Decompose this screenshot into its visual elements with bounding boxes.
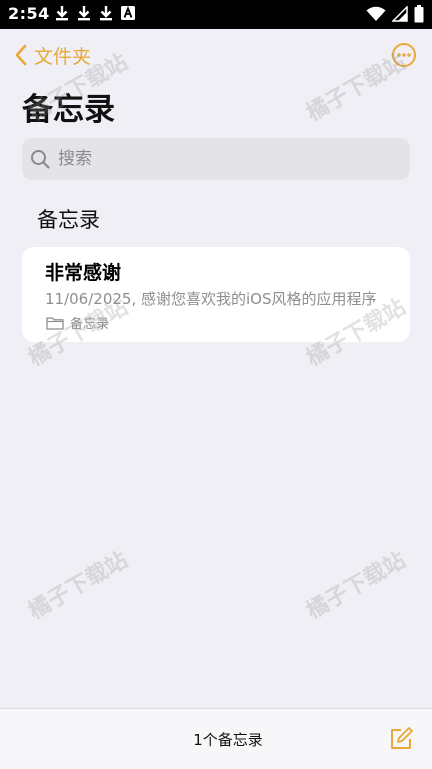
watermark: 橘子下载站	[302, 547, 411, 625]
note-count: 1个备忘录	[193, 731, 263, 749]
status-time: 2:54	[8, 4, 50, 23]
notification-icons	[55, 5, 135, 21]
note-list-item[interactable]: 非常感谢 11/06/2025, 感谢您喜欢我的iOS风格的应用程序 备忘录	[22, 247, 410, 342]
watermark: 橘子下载站	[24, 547, 133, 625]
bottom-toolbar: 1个备忘录	[0, 708, 432, 769]
system-icons	[366, 5, 424, 23]
back-button-label: 文件夹	[34, 45, 92, 68]
search-icon	[31, 150, 50, 169]
folder-icon	[46, 316, 64, 330]
download-icon	[100, 6, 112, 21]
more-ellipsis-circle-icon	[392, 43, 416, 67]
back-button[interactable]: 文件夹	[14, 41, 91, 69]
search-bar[interactable]	[22, 138, 410, 180]
note-folder-label: 备忘录	[70, 317, 110, 332]
note-folder: 备忘录	[46, 313, 109, 332]
download-icon	[78, 6, 90, 21]
wifi-icon	[366, 6, 386, 21]
status-bar: 2:54	[0, 0, 432, 29]
search-input[interactable]	[58, 144, 378, 174]
chevron-left-icon	[15, 44, 27, 66]
more-button[interactable]	[391, 42, 417, 68]
battery-icon	[414, 5, 424, 23]
section-header: 备忘录	[37, 208, 100, 232]
note-preview: 11/06/2025, 感谢您喜欢我的iOS风格的应用程序	[45, 290, 377, 308]
download-icon	[56, 6, 68, 21]
note-title: 非常感谢	[45, 262, 122, 284]
accessibility-a-icon	[121, 6, 135, 20]
compose-icon	[391, 727, 413, 749]
compose-button[interactable]	[388, 726, 414, 752]
signal-icon	[392, 6, 408, 22]
page-title: 备忘录	[22, 92, 115, 128]
